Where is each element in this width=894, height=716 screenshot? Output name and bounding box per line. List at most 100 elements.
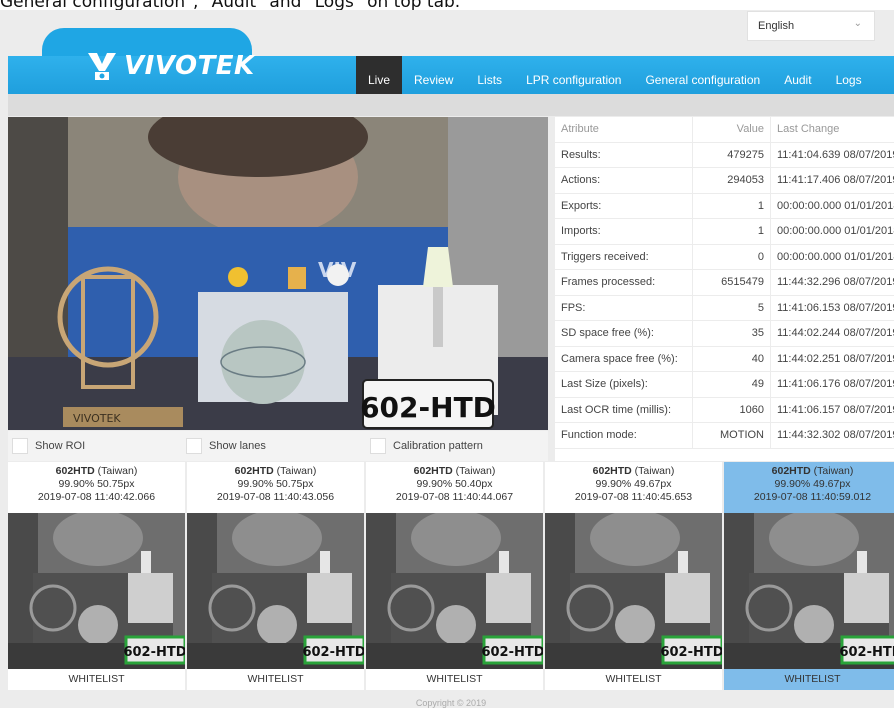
header-attribute: Atribute — [555, 117, 693, 142]
show-lanes-toggle[interactable]: Show lanes — [186, 431, 266, 461]
detection-list-label: WHITELIST — [724, 669, 894, 690]
attribute-name: Actions: — [555, 168, 693, 194]
attribute-last-change: 11:41:06.176 08/07/2019 — [771, 372, 894, 398]
attribute-row: Actions:29405311:41:17.406 08/07/2019 — [555, 168, 894, 194]
detection-stats: 99.90% 50.75px — [187, 478, 364, 491]
detection-time: 2019-07-08 11:40:42.066 — [8, 491, 185, 504]
attribute-row: FPS:511:41:06.153 08/07/2019 — [555, 295, 894, 321]
attribute-name: FPS: — [555, 295, 693, 321]
language-label: English — [758, 20, 794, 32]
attribute-last-change: 00:00:00.000 01/01/2018 — [771, 193, 894, 219]
attribute-row: Camera space free (%):4011:44:02.251 08/… — [555, 346, 894, 372]
attribute-name: Imports: — [555, 219, 693, 245]
detection-thumbnail[interactable]: 602-HTD — [545, 513, 722, 669]
calibration-pattern-checkbox[interactable] — [370, 438, 386, 454]
attribute-row: Exports:100:00:00.000 01/01/2018 — [555, 193, 894, 219]
header-last-change: Last Change — [771, 117, 894, 142]
detection-list-label: WHITELIST — [8, 669, 185, 690]
camera-brand-label: VIVOTEK — [73, 412, 121, 425]
vivotek-logo: VIVOTEK — [86, 46, 255, 86]
attribute-last-change: 00:00:00.000 01/01/2018 — [771, 219, 894, 245]
attribute-value: 1 — [693, 219, 771, 245]
detection-country: (Taiwan) — [98, 465, 138, 477]
detection-country: (Taiwan) — [456, 465, 496, 477]
view-controls: Show ROI Show lanes Calibration pattern — [8, 431, 548, 461]
detection-plate-line: 602HTD (Taiwan) — [187, 465, 364, 478]
show-roi-checkbox[interactable] — [12, 438, 28, 454]
attribute-name: Results: — [555, 142, 693, 168]
detection-thumbnail[interactable]: 602-HTD — [8, 513, 185, 669]
copyright-footer: Copyright © 2019 — [8, 690, 894, 708]
detection-time: 2019-07-08 11:40:44.067 — [366, 491, 543, 504]
show-roi-toggle[interactable]: Show ROI — [12, 431, 85, 461]
detection-country: (Taiwan) — [277, 465, 317, 477]
detection-card[interactable]: 602HTD (Taiwan)99.90% 50.40px2019-07-08 … — [366, 462, 543, 690]
detection-plate: 602HTD — [235, 465, 274, 477]
attribute-name: Triggers received: — [555, 244, 693, 270]
detection-country: (Taiwan) — [814, 465, 854, 477]
detection-thumbnail[interactable]: 602-HTD — [366, 513, 543, 669]
detection-stats: 99.90% 50.40px — [366, 478, 543, 491]
detection-card[interactable]: 602HTD (Taiwan)99.90% 49.67px2019-07-08 … — [545, 462, 722, 690]
calibration-pattern-label: Calibration pattern — [393, 440, 483, 452]
detection-info: 602HTD (Taiwan)99.90% 50.75px2019-07-08 … — [187, 462, 364, 513]
attribute-row: Imports:100:00:00.000 01/01/2018 — [555, 219, 894, 245]
detection-list-label: WHITELIST — [187, 669, 364, 690]
detection-card[interactable]: 602HTD (Taiwan)99.90% 49.67px2019-07-08 … — [724, 462, 894, 690]
logo-text: VIVOTEK — [124, 51, 255, 81]
detection-card[interactable]: 602HTD (Taiwan)99.90% 50.75px2019-07-08 … — [187, 462, 364, 690]
detection-list-label: WHITELIST — [366, 669, 543, 690]
attribute-name: Function mode: — [555, 423, 693, 449]
thumbnail-plate-text: 602-HTD — [302, 645, 364, 660]
language-select[interactable]: English ⌄ — [747, 11, 875, 41]
attribute-row: Frames processed:651547911:44:32.296 08/… — [555, 270, 894, 296]
logo-mark-icon — [86, 51, 118, 81]
thumbnail-plate-text: 602-HTD — [123, 645, 185, 660]
attribute-last-change: 11:41:04.639 08/07/2019 — [771, 142, 894, 168]
thumbnail-plate-text: 602-HTD — [481, 645, 543, 660]
detection-plate: 602HTD — [772, 465, 811, 477]
detection-thumbnail[interactable]: 602-HTD — [724, 513, 894, 669]
detection-time: 2019-07-08 11:40:45.653 — [545, 491, 722, 504]
attribute-row: Last OCR time (millis):106011:41:06.157 … — [555, 397, 894, 423]
thumbnail-plate-text: 602-HTD — [660, 645, 722, 660]
attribute-value: 294053 — [693, 168, 771, 194]
detection-list-label: WHITELIST — [545, 669, 722, 690]
attribute-value: 49 — [693, 372, 771, 398]
calibration-pattern-toggle[interactable]: Calibration pattern — [370, 431, 483, 461]
detection-plate-line: 602HTD (Taiwan) — [545, 465, 722, 478]
attribute-value: 479275 — [693, 142, 771, 168]
attribute-name: Camera space free (%): — [555, 346, 693, 372]
detection-info: 602HTD (Taiwan)99.90% 49.67px2019-07-08 … — [545, 462, 722, 513]
attribute-value: 5 — [693, 295, 771, 321]
detection-time: 2019-07-08 11:40:59.012 — [724, 491, 894, 504]
attribute-value: 35 — [693, 321, 771, 347]
detection-stats: 99.90% 49.67px — [724, 478, 894, 491]
attribute-row: Function mode:MOTION11:44:32.302 08/07/2… — [555, 423, 894, 449]
detection-plate-line: 602HTD (Taiwan) — [8, 465, 185, 478]
detection-plate-line: 602HTD (Taiwan) — [366, 465, 543, 478]
attribute-last-change: 11:44:02.251 08/07/2019 — [771, 346, 894, 372]
detection-info: 602HTD (Taiwan)99.90% 49.67px2019-07-08 … — [724, 462, 894, 513]
show-lanes-label: Show lanes — [209, 440, 266, 452]
detection-time: 2019-07-08 11:40:43.056 — [187, 491, 364, 504]
detections-strip: 602HTD (Taiwan)99.90% 50.75px2019-07-08 … — [8, 462, 894, 690]
detection-thumbnail[interactable]: 602-HTD — [187, 513, 364, 669]
attribute-last-change: 11:41:17.406 08/07/2019 — [771, 168, 894, 194]
attribute-name: Frames processed: — [555, 270, 693, 296]
detection-plate: 602HTD — [414, 465, 453, 477]
detection-info: 602HTD (Taiwan)99.90% 50.40px2019-07-08 … — [366, 462, 543, 513]
detection-stats: 99.90% 49.67px — [545, 478, 722, 491]
attribute-header-row: Atribute Value Last Change — [555, 117, 894, 142]
attribute-last-change: 11:41:06.153 08/07/2019 — [771, 295, 894, 321]
detection-plate-line: 602HTD (Taiwan) — [724, 465, 894, 478]
show-lanes-checkbox[interactable] — [186, 438, 202, 454]
chevron-down-icon: ⌄ — [854, 18, 862, 29]
attribute-row: Triggers received:000:00:00.000 01/01/20… — [555, 244, 894, 270]
detection-plate: 602HTD — [593, 465, 632, 477]
live-camera-view: VIV VIVOTEK 602-HTD — [8, 117, 548, 430]
attribute-last-change: 11:44:02.244 08/07/2019 — [771, 321, 894, 347]
detection-card[interactable]: 602HTD (Taiwan)99.90% 50.75px2019-07-08 … — [8, 462, 185, 690]
attribute-name: Exports: — [555, 193, 693, 219]
attribute-value: 0 — [693, 244, 771, 270]
